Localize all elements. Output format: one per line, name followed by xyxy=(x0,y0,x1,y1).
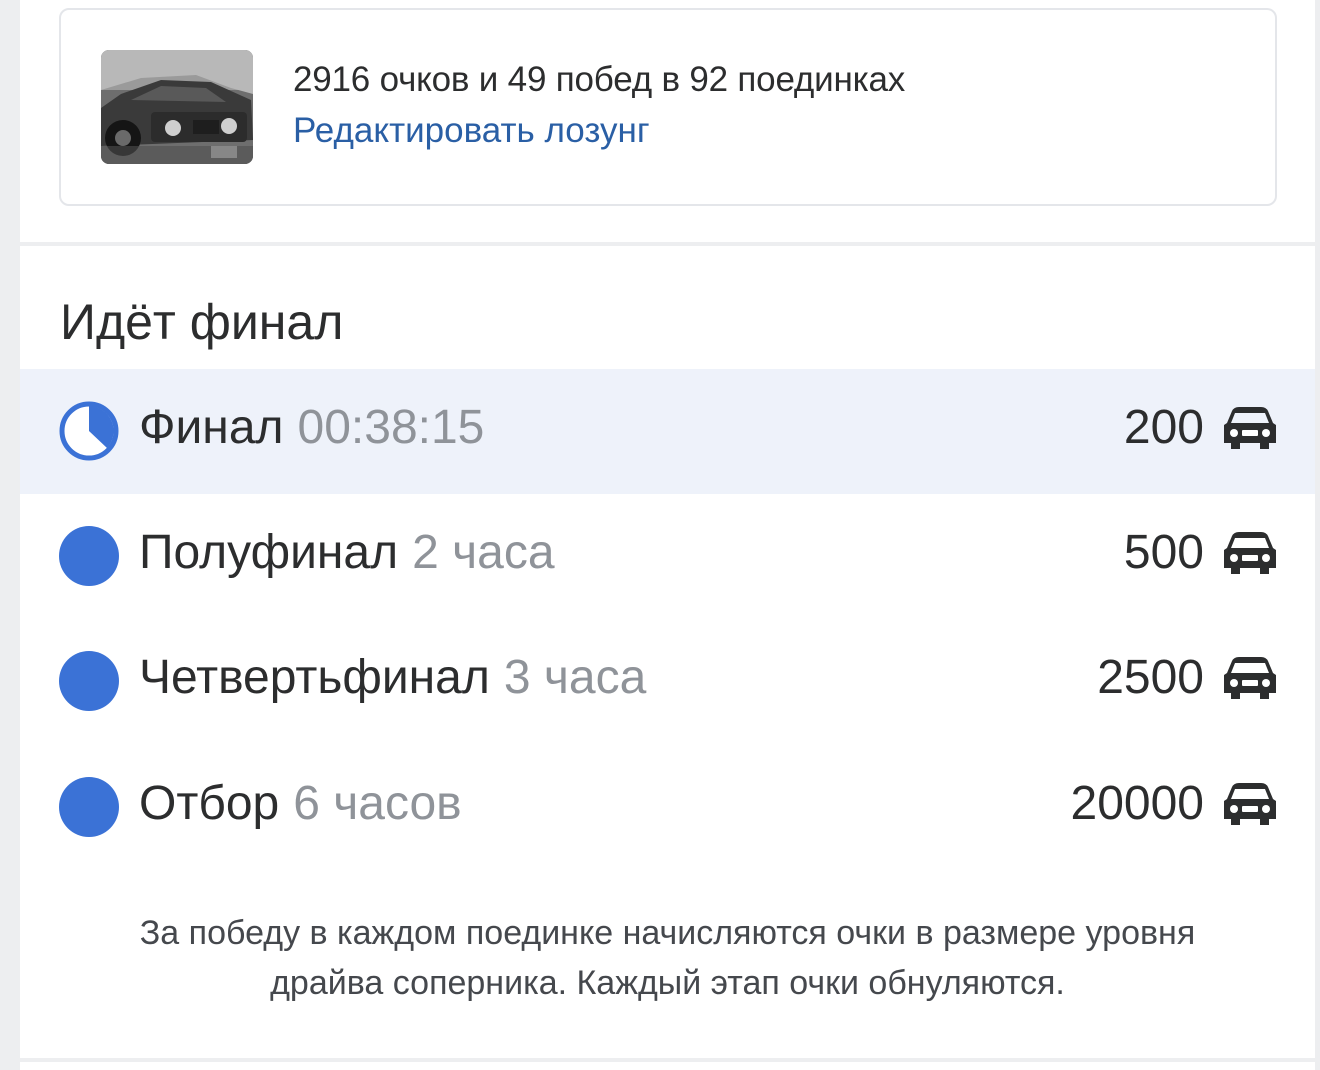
car-icon xyxy=(1224,407,1276,449)
prize-value: 200 xyxy=(1123,401,1204,454)
dot-icon xyxy=(59,777,119,837)
profile-card: 2916 очков и 49 побед в 92 поединках Ред… xyxy=(59,8,1277,206)
car-photo-image xyxy=(101,50,253,164)
section-title: Идёт финал xyxy=(60,294,344,350)
stage-row-quarterfinal[interactable]: Четвертьфинал 3 часа 2500 xyxy=(20,619,1315,744)
stage-label: Отбор 6 часов xyxy=(139,773,462,835)
dot-icon xyxy=(59,651,119,711)
car-photo xyxy=(101,50,253,164)
prize-value: 20000 xyxy=(1070,777,1204,830)
car-icon xyxy=(1224,532,1276,574)
stage-prize: 20000 xyxy=(1071,773,1278,835)
stage-label: Четвертьфинал 3 часа xyxy=(139,647,646,709)
car-icon xyxy=(1224,657,1276,699)
stage-time: 6 часов xyxy=(293,777,462,830)
stage-prize: 200 xyxy=(1124,397,1278,459)
stage-time: 3 часа xyxy=(503,651,647,704)
stage-name: Полуфинал xyxy=(139,526,399,579)
stage-time: 00:38:15 xyxy=(297,401,485,454)
stage-name: Отбор xyxy=(139,777,280,830)
stage-name: Четвертьфинал xyxy=(139,651,490,704)
stage-row-final[interactable]: Финал 00:38:15 200 xyxy=(20,369,1315,494)
rules-note-line: За победу в каждом поединке начисляются … xyxy=(139,914,1196,952)
bottom-divider xyxy=(20,1058,1315,1062)
dot-icon xyxy=(59,526,119,586)
rules-note-line: драйва соперника. Каждый этап очки обнул… xyxy=(270,964,1065,1002)
clock-icon xyxy=(59,401,119,461)
section-divider xyxy=(20,242,1315,246)
profile-stats: 2916 очков и 49 побед в 92 поединках xyxy=(293,60,906,99)
rules-note: За победу в каждом поединке начисляются … xyxy=(60,908,1275,1008)
prize-value: 500 xyxy=(1123,526,1204,579)
stage-prize: 2500 xyxy=(1097,647,1278,709)
stage-name: Финал xyxy=(139,401,284,454)
stage-label: Финал 00:38:15 xyxy=(139,397,484,459)
stage-label: Полуфинал 2 часа xyxy=(139,522,555,584)
page: 2916 очков и 49 побед в 92 поединках Ред… xyxy=(20,0,1315,1070)
profile-section: 2916 очков и 49 побед в 92 поединках Ред… xyxy=(20,0,1315,242)
stage-row-qualification[interactable]: Отбор 6 часов 20000 xyxy=(20,745,1315,870)
prize-value: 2500 xyxy=(1097,651,1204,704)
edit-slogan-link[interactable]: Редактировать лозунг xyxy=(293,111,650,151)
car-icon xyxy=(1224,783,1276,825)
stage-time: 2 часа xyxy=(412,526,555,579)
stage-row-semifinal[interactable]: Полуфинал 2 часа 500 xyxy=(20,494,1315,619)
stage-prize: 500 xyxy=(1124,522,1278,584)
